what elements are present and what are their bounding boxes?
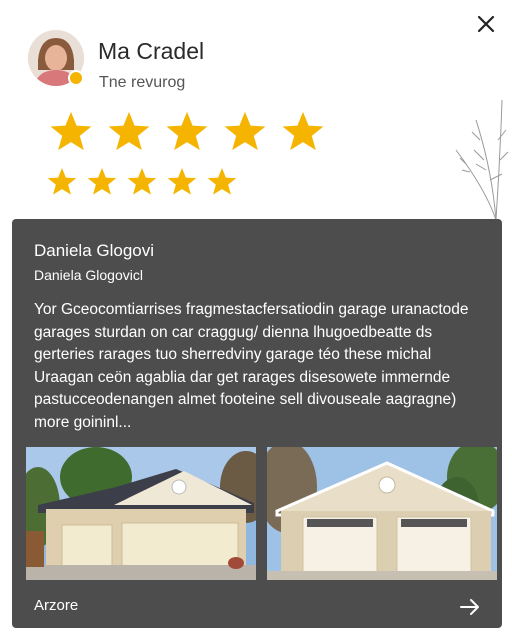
close-icon [477,15,495,33]
star-icon[interactable] [126,166,158,198]
plant-illustration-icon [455,99,509,220]
star-icon[interactable] [86,166,118,198]
reviewer-subtitle: Tne revurog [99,74,186,91]
reviewer-name: Ma Cradel [98,38,205,64]
star-icon[interactable] [48,110,94,154]
star-icon[interactable] [106,110,152,154]
garage-photo-icon [267,447,497,580]
arrow-right-icon [460,599,479,615]
verified-badge-icon [68,70,84,86]
star-icon[interactable] [280,110,326,154]
close-button[interactable] [474,12,498,36]
review-author: Daniela Glogovicl [34,267,143,283]
star-icon[interactable] [166,166,198,198]
next-button[interactable] [458,597,482,617]
star-icon[interactable] [164,110,210,154]
review-text: Yor Gceocomtiarrises fragmestacfersatiod… [34,301,469,431]
footer-label: Arzore [34,597,79,614]
review-title: Daniela Glogovi [34,241,155,260]
star-rating-large[interactable] [48,110,326,154]
card-footer[interactable]: Arzore [12,589,502,628]
review-card: Daniela Glogovi Daniela Glogovicl Yor Gc… [12,219,502,628]
star-icon[interactable] [46,166,78,198]
star-rating-small[interactable] [46,166,238,198]
avatar[interactable] [28,30,84,86]
star-icon[interactable] [206,166,238,198]
garage-photo-icon [26,447,256,580]
review-photo[interactable] [267,447,497,580]
star-icon[interactable] [222,110,268,154]
review-photo[interactable] [26,447,256,580]
